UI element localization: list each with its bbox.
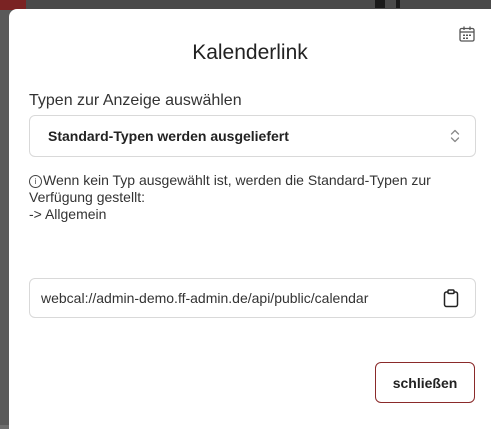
calendar-link-dialog: Kalenderlink Typen zur Anzeige auswählen… bbox=[9, 9, 491, 429]
hint-text-1: Wenn kein Typ ausgewählt ist, werden die… bbox=[43, 172, 431, 188]
calendar-link-field[interactable]: webcal://admin-demo.ff-admin.de/api/publ… bbox=[29, 278, 476, 318]
calendar-link-url[interactable]: webcal://admin-demo.ff-admin.de/api/publ… bbox=[41, 290, 368, 306]
info-icon: i bbox=[29, 175, 42, 188]
background-element bbox=[396, 0, 400, 8]
types-select[interactable]: Standard-Typen werden ausgeliefert bbox=[29, 115, 476, 157]
hint-first-line: i Wenn kein Typ ausgewählt ist, werden di… bbox=[29, 172, 479, 189]
types-select-value: Standard-Typen werden ausgeliefert bbox=[48, 128, 289, 144]
close-button[interactable]: schließen bbox=[375, 362, 475, 403]
hint-text-3: -> Allgemein bbox=[29, 206, 107, 222]
dialog-title: Kalenderlink bbox=[192, 41, 308, 64]
background-element bbox=[375, 0, 385, 8]
hint-text-2: Verfügung gestellt: bbox=[29, 189, 145, 205]
types-label: Typen zur Anzeige auswählen bbox=[29, 92, 242, 109]
types-hint: i Wenn kein Typ ausgewählt ist, werden di… bbox=[29, 172, 479, 223]
chevron-up-down-icon bbox=[450, 129, 460, 143]
clipboard-icon[interactable] bbox=[443, 289, 459, 308]
